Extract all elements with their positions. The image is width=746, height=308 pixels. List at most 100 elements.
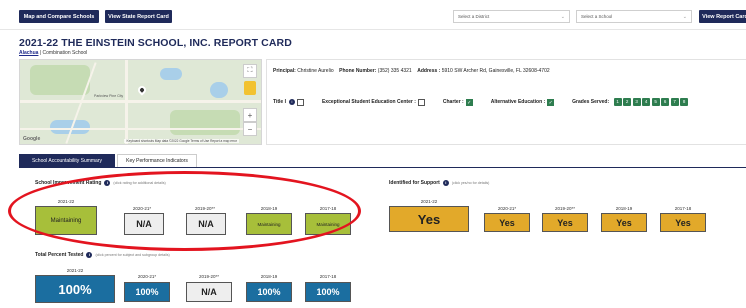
support-2020-21[interactable]: Yes xyxy=(484,213,530,232)
map-road xyxy=(125,60,128,144)
tested-year-label: 2020-21* xyxy=(137,274,157,279)
tab-key-performance-indicators[interactable]: Key Performance Indicators xyxy=(117,154,197,167)
map-attribution[interactable]: Keyboard shortcuts Map data ©2022 Google… xyxy=(124,139,239,143)
improvement-rating-2020-21[interactable]: N/A xyxy=(124,213,164,235)
percent-tested-2021-22[interactable]: 100% xyxy=(35,275,115,303)
tested-year-label: 2021-22 xyxy=(66,268,84,273)
grade-badge: 6 xyxy=(661,98,670,106)
grade-badge: 3 xyxy=(632,98,641,106)
info-icon[interactable]: i xyxy=(442,180,449,186)
principal-value: Christine Aurelio xyxy=(297,68,334,74)
improvement-year-label: 2018-19 xyxy=(260,206,278,211)
map-water-area xyxy=(210,82,228,98)
grade-badge: 1 xyxy=(613,98,622,106)
percent-tested-2017-18[interactable]: 100% xyxy=(305,282,351,302)
page-title: 2021-22 THE EINSTEIN SCHOOL, INC. REPORT… xyxy=(19,37,292,49)
improvement-year-label: 2021-22 xyxy=(57,199,75,204)
improvement-rating-2017-18[interactable]: Maintaining xyxy=(305,213,351,235)
chevron-down-icon: ⌄ xyxy=(560,14,565,20)
grade-badge: 5 xyxy=(651,98,660,106)
support-note: (click yes/no for details) xyxy=(451,181,490,185)
support-year-label: 2019-20** xyxy=(554,206,576,211)
support-2017-18[interactable]: Yes xyxy=(660,213,706,232)
tested-year-label: 2019-20** xyxy=(198,274,220,279)
map-road xyxy=(20,128,261,130)
address-label: Address : xyxy=(417,68,441,74)
map-park-area xyxy=(30,65,90,95)
percent-tested-2019-20[interactable]: N/A xyxy=(186,282,232,302)
map-town-label: Parkview Pine City xyxy=(94,94,124,98)
improvement-rating-heading: School Improvement Rating i (click ratin… xyxy=(35,180,166,186)
improvement-rating-2019-20[interactable]: N/A xyxy=(186,213,226,235)
google-logo: Google xyxy=(23,136,41,142)
map-road xyxy=(20,100,261,103)
support-2021-22[interactable]: Yes xyxy=(389,206,469,232)
phone-label: Phone Number: xyxy=(339,68,377,74)
support-year-label: 2018-19 xyxy=(615,206,633,211)
school-map-pin-icon[interactable] xyxy=(136,84,148,96)
school-contact-row: Principal: Christine Aurelio Phone Numbe… xyxy=(273,68,550,74)
support-heading: Identified for Support i (click yes/no f… xyxy=(389,180,489,186)
info-icon[interactable]: i xyxy=(288,99,295,105)
improvement-year-label: 2017-18 xyxy=(319,206,337,211)
principal-label: Principal: xyxy=(273,68,296,74)
report-tabs: School Accountability Summary Key Perfor… xyxy=(19,154,746,168)
improvement-year-label: 2020-21* xyxy=(132,206,152,211)
zoom-out-button[interactable]: − xyxy=(243,122,257,136)
alt-ed-label: Alternative Education : xyxy=(490,99,546,105)
view-state-report-card-button[interactable]: View State Report Card xyxy=(105,10,172,23)
map-water-area xyxy=(160,68,182,80)
charter-label: Charter : xyxy=(442,99,464,105)
school-type-label: | Combination School xyxy=(38,50,88,56)
street-view-pegman-icon[interactable] xyxy=(244,81,256,95)
improvement-rating-2018-19[interactable]: Maintaining xyxy=(246,213,292,235)
grades-served-label: Grades Served: xyxy=(572,99,610,105)
district-select-placeholder: Select a District xyxy=(458,14,490,19)
percent-tested-label: Total Percent Tested xyxy=(35,252,84,258)
support-label: Identified for Support xyxy=(389,180,440,186)
phone-value: (352) 335 4321 xyxy=(377,68,412,74)
improvement-rating-note: (click rating for additional details) xyxy=(113,181,166,185)
grade-badge: 7 xyxy=(670,98,679,106)
school-location-map[interactable]: Parkview Pine City ⛶ + − Google Keyboard… xyxy=(19,59,262,145)
ese-checkbox xyxy=(417,98,425,106)
improvement-year-label: 2019-20** xyxy=(194,206,216,211)
improvement-rating-label: School Improvement Rating xyxy=(35,180,102,186)
school-select-placeholder: Select a School xyxy=(581,14,613,19)
support-2018-19[interactable]: Yes xyxy=(601,213,647,232)
info-icon[interactable]: i xyxy=(86,252,93,258)
percent-tested-2018-19[interactable]: 100% xyxy=(246,282,292,302)
chevron-down-icon: ⌄ xyxy=(682,14,687,20)
school-select[interactable]: Select a School ⌄ xyxy=(576,10,692,23)
title1-checkbox xyxy=(296,98,304,106)
district-link[interactable]: Alachua xyxy=(19,50,38,56)
title1-label: Title I xyxy=(273,99,286,105)
zoom-in-button[interactable]: + xyxy=(243,108,257,122)
school-info-panel: Principal: Christine Aurelio Phone Numbe… xyxy=(266,59,746,145)
support-year-label: 2021-22 xyxy=(420,199,438,204)
school-designations-row: Title I i Exceptional Student Education … xyxy=(273,98,689,106)
percent-tested-note: (click percent for subject and subgroup … xyxy=(95,253,170,257)
tab-school-accountability-summary[interactable]: School Accountability Summary xyxy=(19,154,115,167)
tested-year-label: 2017-18 xyxy=(319,274,337,279)
grade-badge: 2 xyxy=(623,98,632,106)
alt-ed-checkbox-checked: ✓ xyxy=(547,98,555,106)
grade-badge: 8 xyxy=(680,98,689,106)
address-value: 5910 SW Archer Rd, Gainesville, FL 32608… xyxy=(441,68,550,74)
percent-tested-2020-21[interactable]: 100% xyxy=(124,282,170,302)
map-and-compare-schools-button[interactable]: Map and Compare Schools xyxy=(19,10,99,23)
improvement-rating-2021-22[interactable]: Maintaining xyxy=(35,206,97,235)
school-subtitle: Alachua | Combination School xyxy=(19,50,87,56)
charter-checkbox-checked: ✓ xyxy=(465,98,473,106)
info-icon[interactable]: i xyxy=(104,180,111,186)
fullscreen-icon[interactable]: ⛶ xyxy=(243,64,257,78)
map-park-area xyxy=(170,110,240,135)
grade-badge: 4 xyxy=(642,98,651,106)
view-report-card-button[interactable]: View Report Card xyxy=(699,10,746,23)
top-navigation-bar: Map and Compare Schools View State Repor… xyxy=(0,0,746,30)
support-2019-20[interactable]: Yes xyxy=(542,213,588,232)
percent-tested-heading: Total Percent Tested i (click percent fo… xyxy=(35,252,170,258)
support-year-label: 2017-18 xyxy=(674,206,692,211)
support-year-label: 2020-21* xyxy=(497,206,517,211)
district-select[interactable]: Select a District ⌄ xyxy=(453,10,570,23)
